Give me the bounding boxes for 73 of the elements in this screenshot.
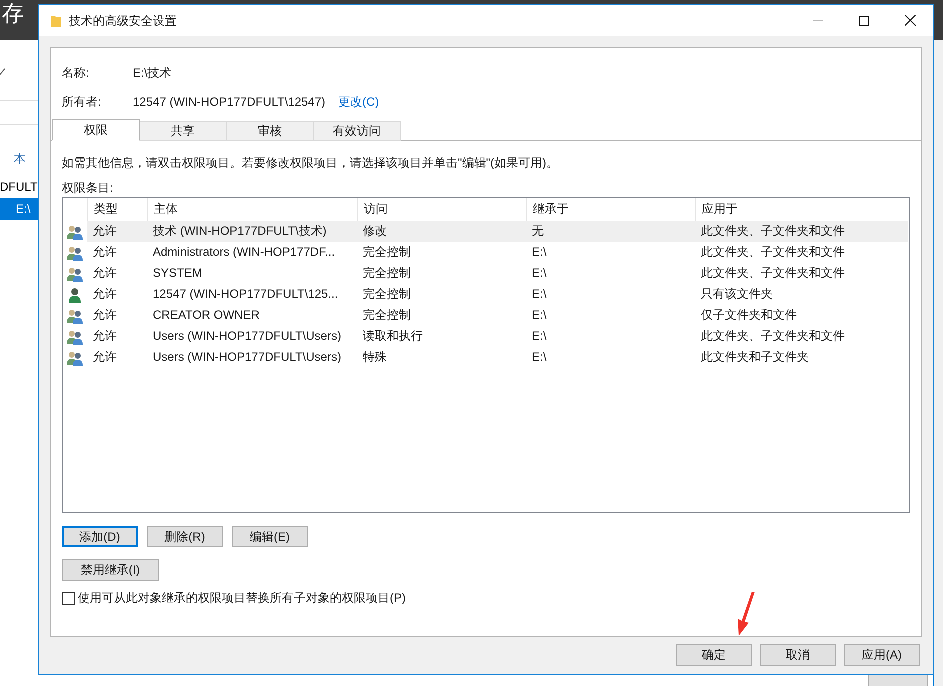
- table-cell-text: 完全控制: [362, 265, 412, 282]
- table-cell-text: 读取和执行: [362, 328, 424, 345]
- change-link[interactable]: 更改(C): [338, 93, 380, 111]
- selected-row[interactable]: 允许 技术 (WIN-HOP177DFULT\技术) 修改 无 此文件夹、子文件夹和文件: [87, 221, 908, 242]
- users-icon: [67, 266, 83, 282]
- table-cell-text: 允许: [92, 286, 118, 303]
- annotation-arrow: [735, 592, 757, 637]
- user-icon: [67, 286, 83, 302]
- table-cell-text: Users (WIN-HOP177DFULT\Users): [152, 328, 342, 345]
- table-cell-text: E:\: [531, 244, 548, 261]
- tree-item[interactable]: DFULT: [0, 176, 40, 198]
- checkbox[interactable]: [62, 592, 75, 604]
- minimize-icon: [813, 20, 823, 21]
- table-cell-text: E:\: [531, 349, 548, 366]
- users-icon: [67, 308, 83, 324]
- table-cell-text: 完全控制: [362, 307, 412, 324]
- button[interactable]: 添加(D): [62, 526, 138, 547]
- table-cell-text: 此文件夹、子文件夹和文件: [700, 265, 846, 282]
- table-cell-text: 此文件夹、子文件夹和文件: [700, 328, 846, 345]
- table-cell-text: CREATOR OWNER: [152, 307, 261, 324]
- table-cell-text: E:\: [531, 328, 548, 345]
- tab[interactable]: 有效访问: [313, 121, 401, 141]
- users-icon: [67, 350, 83, 366]
- table-cell-text: 允许: [92, 244, 118, 261]
- table-cell-text: E:\: [531, 286, 548, 303]
- folder-icon: [51, 14, 61, 26]
- users-icon: [67, 244, 83, 260]
- folder-path: E:\技术: [133, 65, 172, 82]
- button[interactable]: 编辑(E): [232, 526, 308, 547]
- table-cell-text: 允许: [92, 349, 118, 366]
- list-label: 权限条目:: [62, 180, 114, 196]
- field-label: 所有者:: [62, 94, 102, 111]
- table-cell-text: 仅子文件夹和文件: [700, 307, 798, 324]
- maximize-icon: [859, 16, 869, 26]
- close-icon: [904, 15, 916, 26]
- table-cell-text: 特殊: [362, 349, 388, 366]
- table-cell-text: 此文件夹和子文件夹: [700, 349, 810, 366]
- table-cell-text: 此文件夹、子文件夹和文件: [700, 244, 846, 261]
- tab[interactable]: 权限: [52, 119, 140, 141]
- button[interactable]: 删除(R): [147, 526, 223, 547]
- table-cell-text: 修改: [362, 223, 388, 240]
- table-cell-text: E:\: [531, 307, 548, 324]
- table-cell-text: E:\: [531, 265, 548, 282]
- table-cell-text: Users (WIN-HOP177DFULT\Users): [152, 349, 342, 366]
- info-text: 如需其他信息，请双击权限项目。若要修改权限项目，请选择该项目并单击"编辑"(如果可用)。: [62, 155, 560, 171]
- table-cell-text: 此文件夹、子文件夹和文件: [700, 223, 846, 240]
- users-icon: [67, 224, 83, 240]
- disable-inheritance-button[interactable]: 禁用继承(I): [62, 559, 159, 581]
- table-cell-text: 完全控制: [362, 286, 412, 303]
- tree-item[interactable]: E:\: [0, 198, 40, 220]
- field-label: 名称:: [62, 65, 90, 82]
- table-cell-text: SYSTEM: [152, 265, 204, 282]
- table-cell-text: 允许: [92, 307, 118, 324]
- table-cell-text: 只有该文件夹: [700, 286, 774, 303]
- window-title: 技术的高级安全设置: [69, 12, 177, 30]
- table-cell-text: 无: [531, 223, 545, 240]
- table-cell-text: 技术 (WIN-HOP177DFULT\技术): [152, 223, 328, 240]
- button[interactable]: 应用(A): [844, 644, 920, 666]
- tab[interactable]: 审核: [226, 121, 314, 141]
- nav-link[interactable]: 本: [0, 148, 40, 170]
- window-title: 存: [2, 1, 24, 27]
- button[interactable]: 确定: [676, 644, 752, 666]
- table-cell-text: 12547 (WIN-HOP177DFULT\125...: [152, 286, 340, 303]
- table-cell-text: 允许: [92, 223, 118, 240]
- table-cell-text: 完全控制: [362, 244, 412, 261]
- table-cell-text: 允许: [92, 328, 118, 345]
- table-cell-text: Administrators (WIN-HOP177DF...: [152, 244, 336, 261]
- button[interactable]: 取消: [760, 644, 836, 666]
- checkbox-label[interactable]: 使用可从此对象继承的权限项目替换所有子对象的权限项目(P): [78, 589, 406, 607]
- owner-value: 12547 (WIN-HOP177DFULT\12547): [133, 94, 326, 111]
- table-cell-text: 允许: [92, 265, 118, 282]
- users-icon: [67, 328, 83, 344]
- tab[interactable]: 共享: [139, 121, 227, 141]
